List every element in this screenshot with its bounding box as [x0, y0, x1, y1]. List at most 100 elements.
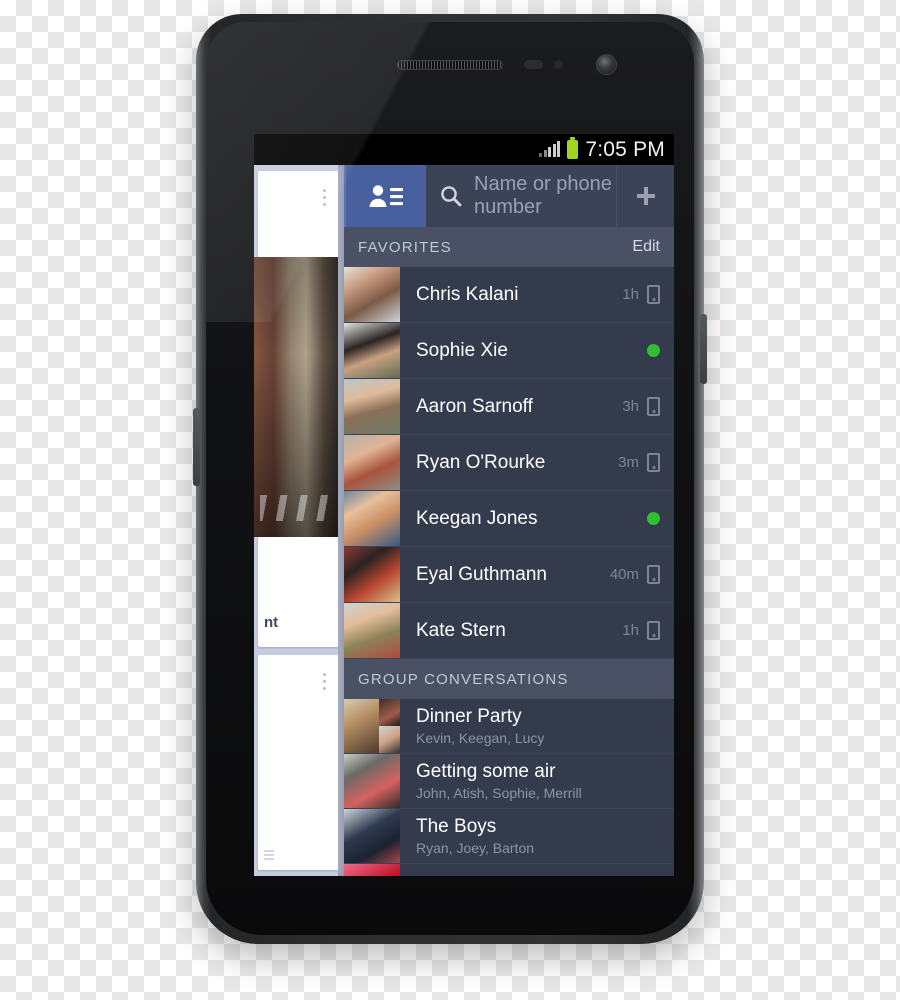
group-info: Getting some air John, Atish, Sophie, Me… — [400, 754, 674, 808]
overflow-menu-icon[interactable] — [323, 189, 326, 206]
contact-name: Eyal Guthmann — [416, 563, 547, 585]
contact-status: 40m — [610, 547, 674, 602]
proximity-sensor-icon — [524, 60, 543, 69]
avatar — [344, 491, 400, 546]
section-header-group-conversations: GROUP CONVERSATIONS — [344, 659, 674, 699]
background-news-feed[interactable]: nt — [254, 165, 338, 876]
front-camera-icon — [596, 54, 617, 75]
phone-screen: 7:05 PM nt Name or phone number FAVORITE… — [254, 134, 674, 876]
contact-info: Keegan Jones — [400, 491, 647, 546]
contact-name: Sophie Xie — [416, 339, 508, 361]
contact-row[interactable]: Ryan O'Rourke 3m — [344, 435, 674, 491]
battery-icon — [567, 137, 579, 159]
mobile-icon — [647, 397, 660, 416]
mobile-icon — [647, 565, 660, 584]
contact-name: Keegan Jones — [416, 507, 538, 529]
group-row-partial[interactable] — [344, 864, 674, 876]
group-info: Dinner Party Kevin, Keegan, Lucy — [400, 699, 674, 753]
contact-status: 1h — [622, 603, 674, 658]
contact-row[interactable]: Eyal Guthmann 40m — [344, 547, 674, 603]
contact-info: Chris Kalani — [400, 267, 622, 322]
mobile-icon — [647, 285, 660, 304]
avatar — [344, 379, 400, 434]
light-sensor-icon — [554, 60, 563, 69]
last-active-time: 1h — [622, 622, 639, 639]
avatar — [344, 864, 400, 876]
contact-name: Ryan O'Rourke — [416, 451, 546, 473]
contact-status — [647, 491, 674, 546]
feed-post-card[interactable]: nt — [258, 537, 338, 647]
contacts-list[interactable]: FAVORITES Edit Chris Kalani 1h Sophie Xi… — [344, 227, 674, 876]
contact-name: Aaron Sarnoff — [416, 395, 533, 417]
group-info — [400, 864, 674, 876]
contact-status: 3m — [618, 435, 674, 490]
contact-row[interactable]: Sophie Xie — [344, 323, 674, 379]
avatar — [344, 547, 400, 602]
avatar — [344, 699, 400, 753]
contact-status: 1h — [622, 267, 674, 322]
section-title: GROUP CONVERSATIONS — [358, 670, 569, 688]
phone-device: 7:05 PM nt Name or phone number FAVORITE… — [193, 14, 707, 944]
edit-favorites-button[interactable]: Edit — [632, 238, 660, 256]
last-active-time: 1h — [622, 286, 639, 303]
group-members: Ryan, Joey, Barton — [416, 840, 535, 856]
mobile-icon — [647, 621, 660, 640]
group-name: Getting some air — [416, 761, 556, 782]
last-active-time: 3h — [622, 398, 639, 415]
group-members: Kevin, Keegan, Lucy — [416, 730, 545, 746]
contacts-panel: Name or phone number FAVORITES Edit Chri… — [344, 165, 674, 876]
feed-post-card[interactable] — [258, 655, 338, 870]
contact-name: Kate Stern — [416, 619, 506, 641]
contacts-list-icon[interactable] — [344, 165, 426, 227]
contact-name: Chris Kalani — [416, 283, 519, 305]
contact-row[interactable]: Kate Stern 1h — [344, 603, 674, 659]
feed-photo[interactable] — [254, 257, 338, 537]
contact-info: Ryan O'Rourke — [400, 435, 618, 490]
feed-post-text: nt — [264, 614, 279, 631]
last-active-time: 40m — [609, 566, 639, 583]
contact-row[interactable]: Keegan Jones — [344, 491, 674, 547]
power-button[interactable] — [700, 314, 707, 384]
mobile-icon — [647, 453, 660, 472]
contact-info: Sophie Xie — [400, 323, 647, 378]
avatar — [344, 603, 400, 658]
group-row[interactable]: The Boys Ryan, Joey, Barton — [344, 809, 674, 864]
volume-rocker[interactable] — [193, 408, 200, 486]
section-header-favorites: FAVORITES Edit — [344, 227, 674, 267]
plus-icon[interactable] — [616, 165, 674, 227]
contact-info: Eyal Guthmann — [400, 547, 610, 602]
search-input[interactable]: Name or phone number — [426, 165, 616, 227]
group-row[interactable]: Getting some air John, Atish, Sophie, Me… — [344, 754, 674, 809]
online-dot-icon — [647, 512, 660, 525]
feed-thumbnail — [264, 850, 274, 862]
feed-post-card[interactable] — [258, 171, 338, 257]
group-name: The Boys — [416, 816, 497, 837]
group-name: Dinner Party — [416, 706, 522, 727]
avatar — [344, 754, 400, 808]
avatar — [344, 809, 400, 863]
group-members: John, Atish, Sophie, Merrill — [416, 785, 582, 801]
app-container: nt Name or phone number FAVORITES Edit C… — [254, 165, 674, 876]
contact-info: Kate Stern — [400, 603, 622, 658]
contact-row[interactable]: Aaron Sarnoff 3h — [344, 379, 674, 435]
search-icon — [440, 185, 462, 207]
last-active-time: 3m — [618, 454, 639, 471]
earpiece-grille — [397, 60, 503, 70]
app-bar: Name or phone number — [344, 165, 674, 227]
signal-bars-icon — [539, 141, 561, 157]
section-title: FAVORITES — [358, 238, 452, 256]
contact-status: 3h — [622, 379, 674, 434]
online-dot-icon — [647, 344, 660, 357]
phone-body: 7:05 PM nt Name or phone number FAVORITE… — [206, 22, 694, 935]
overflow-menu-icon[interactable] — [323, 673, 326, 690]
group-row[interactable]: Dinner Party Kevin, Keegan, Lucy — [344, 699, 674, 754]
status-bar: 7:05 PM — [254, 134, 674, 165]
contact-row[interactable]: Chris Kalani 1h — [344, 267, 674, 323]
avatar — [344, 435, 400, 490]
avatar — [344, 323, 400, 378]
search-placeholder: Name or phone number — [474, 173, 612, 218]
status-clock: 7:05 PM — [585, 137, 665, 161]
avatar — [344, 267, 400, 322]
contact-status — [647, 323, 674, 378]
contact-info: Aaron Sarnoff — [400, 379, 622, 434]
